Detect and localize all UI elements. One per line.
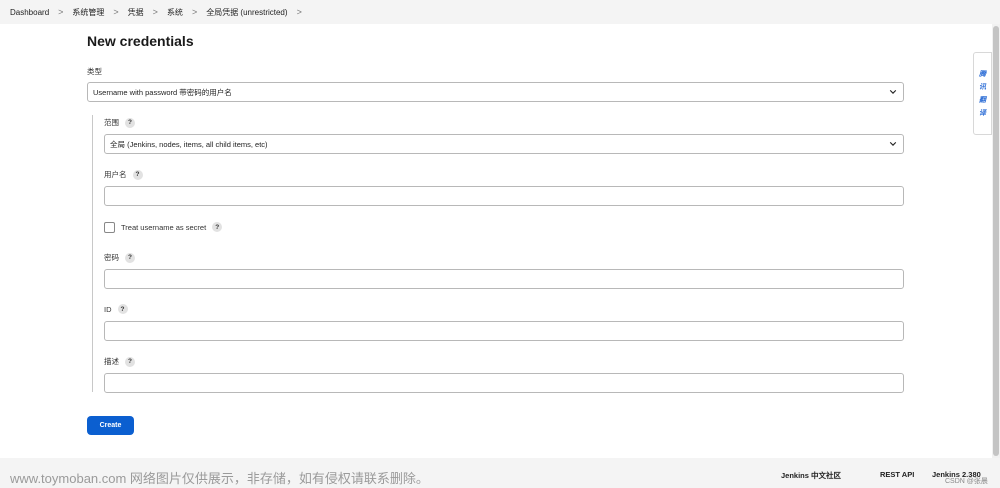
csdn-watermark: CSDN @张晨 <box>945 478 988 485</box>
chevron-right-icon: > <box>58 7 64 17</box>
chevron-right-icon: > <box>296 7 302 17</box>
help-icon[interactable]: ? <box>117 304 128 314</box>
chevron-right-icon: > <box>113 7 119 17</box>
id-label: ID ? <box>104 304 128 314</box>
footer-community-link[interactable]: Jenkins 中文社区 <box>781 470 841 481</box>
kind-select[interactable]: Username with password 带密码的用户名 <box>87 82 904 102</box>
password-input[interactable] <box>104 269 904 289</box>
kind-label-text: 类型 <box>87 67 102 76</box>
username-input[interactable] <box>104 186 904 206</box>
username-label-text: 用户名 <box>104 170 127 179</box>
chevron-right-icon: > <box>152 7 158 17</box>
translate-char-2: 讯 <box>979 84 986 91</box>
kind-label: 类型 <box>87 66 102 77</box>
translate-char-1: 腾 <box>979 71 986 78</box>
chevron-right-icon: > <box>191 7 198 17</box>
password-label: 密码 ? <box>104 252 135 263</box>
username-label: 用户名 ? <box>104 169 143 180</box>
translate-side-tab[interactable]: 腾 讯 翻 译 <box>973 52 992 135</box>
id-input[interactable] <box>104 321 904 341</box>
help-icon[interactable]: ? <box>125 117 135 128</box>
scope-label-text: 范围 <box>104 118 119 127</box>
breadcrumb-manage[interactable]: 系统管理 <box>72 7 104 18</box>
footer-rest-api-link[interactable]: REST API <box>880 470 914 479</box>
secret-label-text: Treat username as secret <box>121 222 207 232</box>
password-label-text: 密码 <box>104 253 119 262</box>
help-icon[interactable]: ? <box>125 356 135 367</box>
page-title: New credentials <box>87 33 194 49</box>
scope-select-value: 全局 (Jenkins, nodes, items, all child ite… <box>110 139 268 149</box>
breadcrumb-system[interactable]: 系统 <box>167 7 183 18</box>
secret-label: Treat username as secret ? <box>121 222 223 232</box>
description-input[interactable] <box>104 373 904 393</box>
chevron-down-icon <box>889 142 897 146</box>
breadcrumb-dashboard[interactable]: Dashboard <box>10 8 49 17</box>
footer: www.toymoban.com 网络图片仅供展示，非存储，如有侵权请联系删除。… <box>0 458 1000 488</box>
secret-checkbox[interactable] <box>104 222 115 233</box>
watermark-text: www.toymoban.com 网络图片仅供展示，非存储，如有侵权请联系删除。 <box>10 471 429 486</box>
translate-char-4: 译 <box>979 110 986 117</box>
chevron-down-icon <box>889 90 897 94</box>
scope-select[interactable]: 全局 (Jenkins, nodes, items, all child ite… <box>104 134 904 154</box>
description-label: 描述 ? <box>104 356 135 367</box>
help-icon[interactable]: ? <box>212 222 223 232</box>
breadcrumb: Dashboard > 系统管理 > 凭据 > 系统 > 全局凭据 (unres… <box>0 0 1000 24</box>
page-scrollbar-thumb[interactable] <box>993 26 999 456</box>
nested-fields-divider <box>92 115 93 392</box>
scope-label: 范围 ? <box>104 117 135 128</box>
main-panel: New credentials 类型 Username with passwor… <box>0 24 992 458</box>
help-icon[interactable]: ? <box>132 169 143 180</box>
translate-char-3: 翻 <box>979 97 986 104</box>
id-label-text: ID <box>104 304 112 314</box>
kind-select-value: Username with password 带密码的用户名 <box>93 87 232 97</box>
breadcrumb-credentials[interactable]: 凭据 <box>128 7 144 18</box>
breadcrumb-global-domain[interactable]: 全局凭据 (unrestricted) <box>206 7 287 18</box>
description-label-text: 描述 <box>104 357 119 366</box>
help-icon[interactable]: ? <box>125 252 135 263</box>
create-button[interactable]: Create <box>87 416 134 435</box>
